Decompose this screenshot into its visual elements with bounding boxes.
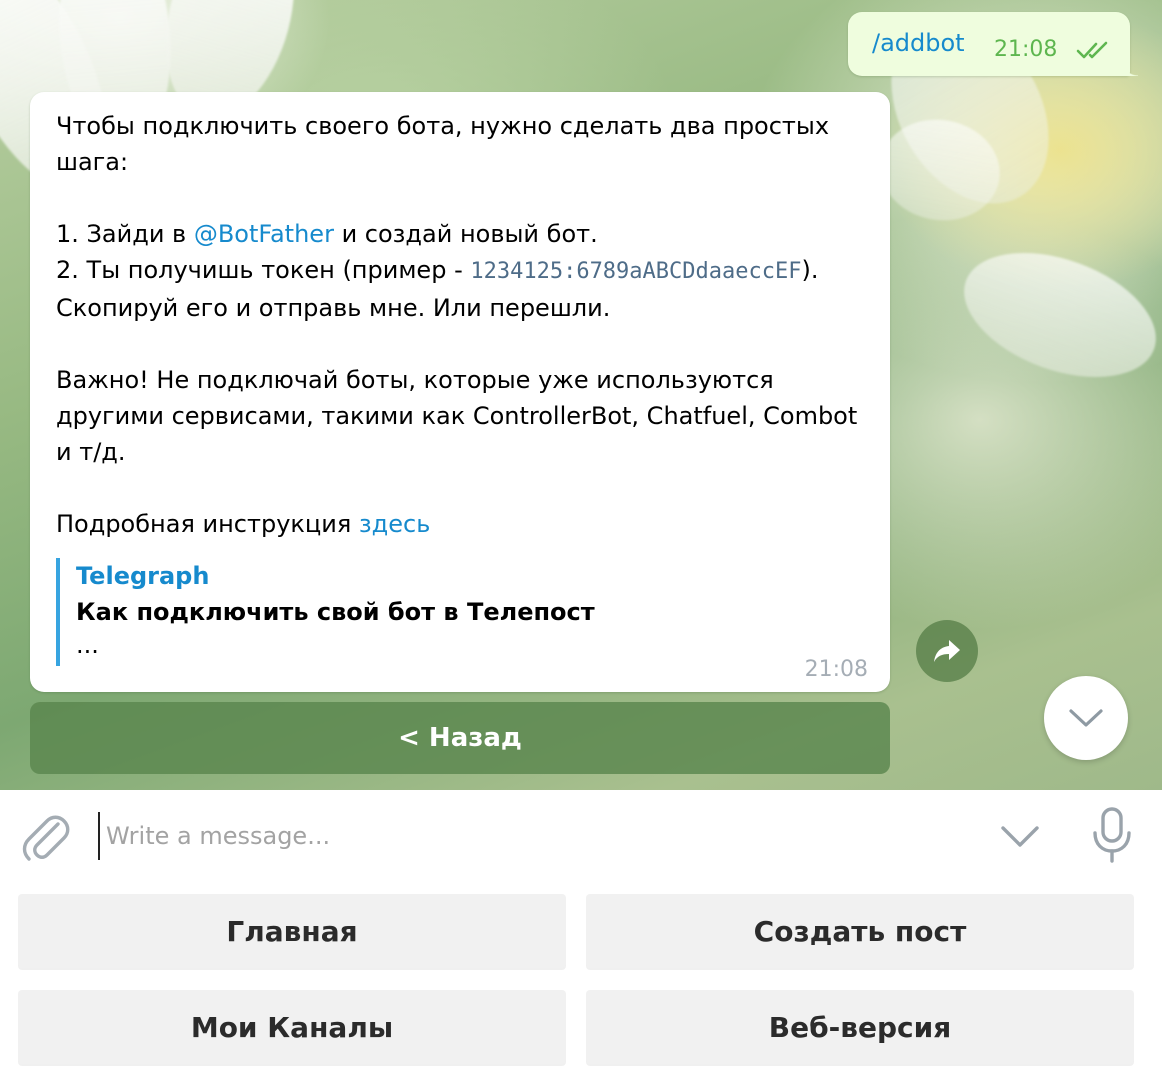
wallpaper-petal — [947, 229, 1162, 401]
main-menu-button[interactable]: Главная — [18, 894, 566, 968]
create-post-button[interactable]: Создать пост — [586, 894, 1134, 968]
step-one: 1. Зайди в @BotFather и создай новый бот… — [56, 216, 876, 252]
microphone-icon[interactable] — [1090, 806, 1134, 864]
step-two: 2. Ты получишь токен (пример - 1234125:6… — [56, 252, 876, 326]
back-inline-button[interactable]: < Назад — [30, 702, 890, 774]
chat-area: /addbot 21:08 Чтобы подключить своего бо… — [0, 0, 1162, 790]
my-channels-button[interactable]: Мои Каналы — [18, 990, 566, 1064]
incoming-message-text: Чтобы подключить своего бота, нужно сдел… — [56, 108, 876, 542]
instruction-prefix: Подробная инструкция — [56, 510, 359, 538]
message-input[interactable] — [98, 812, 978, 860]
incoming-message-time: 21:08 — [804, 657, 868, 682]
double-check-icon — [1076, 41, 1108, 59]
token-example-code[interactable]: 1234125:6789aABCDdaaeccEF — [470, 259, 801, 284]
link-preview-site: Telegraph — [76, 562, 210, 590]
instruction-link[interactable]: здесь — [359, 510, 430, 538]
web-version-button[interactable]: Веб-версия — [586, 990, 1134, 1064]
chevron-down-icon — [1069, 709, 1103, 727]
forward-button[interactable] — [916, 620, 978, 682]
warning-text: Важно! Не подключай боты, которые уже ис… — [56, 366, 858, 466]
forward-arrow-icon — [934, 640, 960, 662]
reply-keyboard: Главная Создать пост Мои Каналы Веб-верс… — [0, 882, 1162, 1076]
outgoing-message[interactable]: /addbot 21:08 — [848, 12, 1138, 76]
paperclip-icon[interactable] — [20, 810, 70, 862]
message-composer — [0, 790, 1162, 882]
step-one-prefix: 1. Зайди в — [56, 220, 194, 248]
scroll-to-bottom-button[interactable] — [1044, 676, 1128, 760]
outgoing-message-time: 21:08 — [994, 37, 1058, 62]
link-preview-title: Как подключить свой бот в Телепост — [76, 598, 595, 626]
step-one-suffix: и создай новый бот. — [333, 220, 598, 248]
intro-text: Чтобы подключить своего бота, нужно сдел… — [56, 112, 830, 176]
instruction-line: Подробная инструкция здесь — [56, 506, 876, 542]
link-preview[interactable]: Telegraph Как подключить свой бот в Теле… — [56, 558, 656, 666]
botfather-link[interactable]: @BotFather — [194, 220, 334, 248]
chevron-down-icon[interactable] — [998, 820, 1042, 852]
incoming-message[interactable]: Чтобы подключить своего бота, нужно сдел… — [30, 92, 890, 692]
outgoing-message-text[interactable]: /addbot — [872, 29, 965, 57]
step-two-prefix: 2. Ты получишь токен (пример - — [56, 256, 471, 284]
link-preview-description: ... — [76, 631, 99, 659]
